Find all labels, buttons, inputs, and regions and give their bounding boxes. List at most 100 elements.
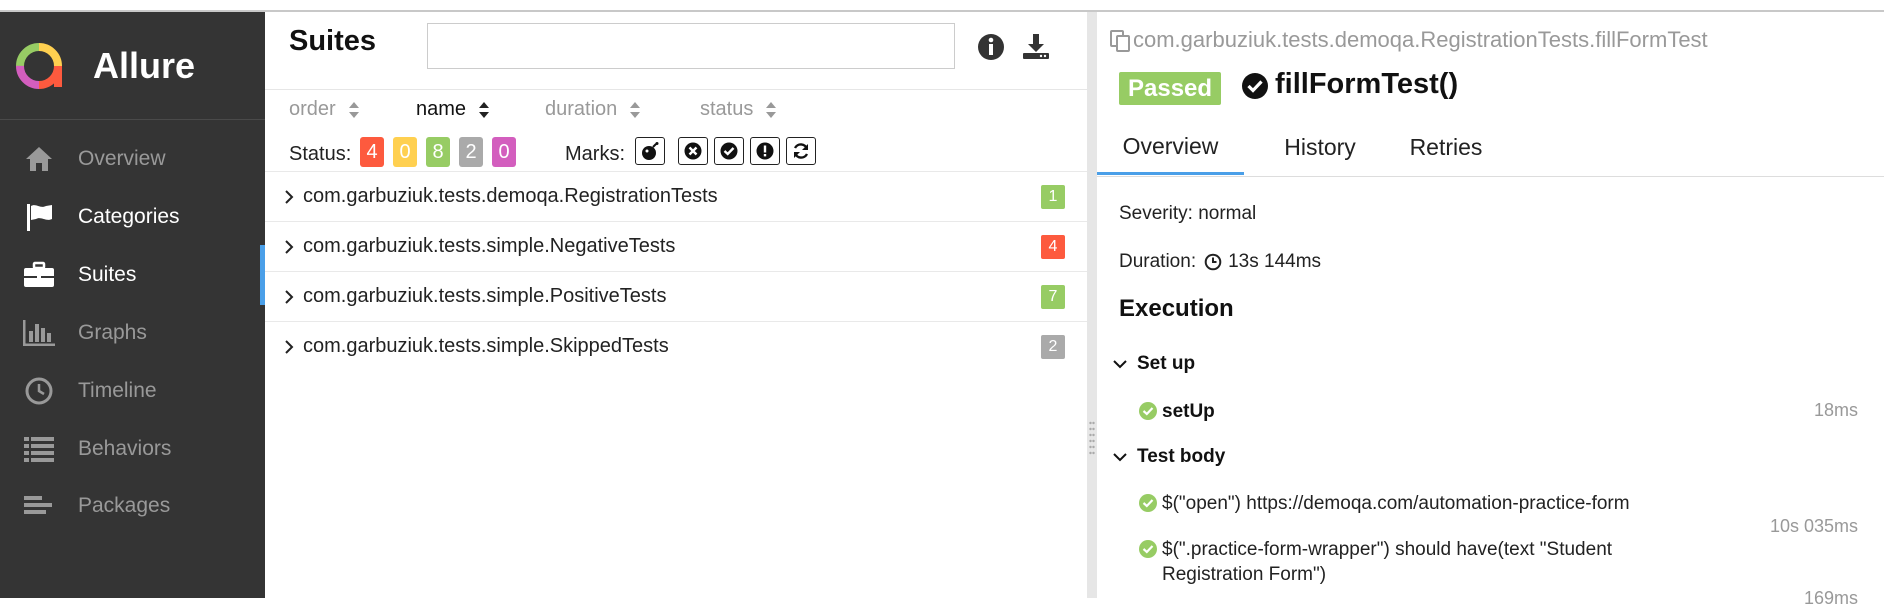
- step-row[interactable]: $(".practice-form-wrapper") should have(…: [1139, 537, 1739, 589]
- info-icon[interactable]: [976, 32, 1006, 62]
- tab-retries[interactable]: Retries: [1396, 120, 1496, 175]
- allure-logo: [16, 42, 62, 89]
- sidebar-item-label: Suites: [78, 263, 137, 286]
- sort-name[interactable]: name: [416, 98, 490, 121]
- status-filter-unknown[interactable]: 0: [492, 137, 516, 167]
- suite-name: com.garbuziuk.tests.demoqa.RegistrationT…: [303, 185, 718, 207]
- pane-splitter[interactable]: [1087, 12, 1097, 598]
- sort-label: order: [289, 98, 336, 120]
- status-filter-passed[interactable]: 8: [426, 137, 450, 167]
- sidebar-item-label: Categories: [78, 205, 180, 228]
- detail-tabs: Overview History Retries: [1097, 120, 1884, 177]
- execution-title: Execution: [1119, 295, 1234, 322]
- sidebar-item-graphs[interactable]: Graphs: [0, 303, 265, 363]
- mark-filter-new-passed[interactable]: [714, 137, 744, 165]
- count-badge: 2: [1041, 335, 1065, 359]
- sort-icon: [479, 101, 490, 118]
- sidebar-item-suites[interactable]: Suites: [0, 245, 265, 305]
- mark-filter-flaky[interactable]: [635, 137, 665, 165]
- sidebar-item-label: Behaviors: [78, 437, 172, 460]
- sort-label: status: [700, 98, 754, 120]
- step-duration: 18ms: [1813, 400, 1858, 420]
- sidebar-item-packages[interactable]: Packages: [0, 476, 265, 536]
- step-duration: 10s 035ms: [1769, 516, 1858, 536]
- chevron-right-icon: [285, 290, 294, 304]
- sort-order[interactable]: order: [289, 98, 360, 121]
- tree-row[interactable]: com.garbuziuk.tests.simple.NegativeTests…: [265, 221, 1087, 271]
- sort-status[interactable]: status: [700, 98, 777, 121]
- tab-overview[interactable]: Overview: [1097, 120, 1244, 175]
- search-input[interactable]: [427, 23, 955, 69]
- tree-row[interactable]: com.garbuziuk.tests.demoqa.RegistrationT…: [265, 171, 1087, 221]
- chevron-down-icon: [1113, 360, 1127, 369]
- check-circle-icon: [1139, 540, 1157, 558]
- sidebar-item-label: Packages: [78, 494, 171, 517]
- copy-icon[interactable]: [1108, 29, 1132, 53]
- sidebar-item-categories[interactable]: Categories: [0, 187, 265, 247]
- sidebar-item-timeline[interactable]: Timeline: [0, 361, 265, 421]
- step-name-cont: Registration Form"): [1162, 564, 1327, 585]
- step-name: $("open") https://demoqa.com/automation-…: [1162, 493, 1630, 514]
- body-label: Test body: [1137, 446, 1226, 467]
- splitter-grip-icon[interactable]: [1089, 420, 1095, 456]
- sidebar: Allure Overview Categories Suites Graphs…: [0, 12, 265, 598]
- chevron-right-icon: [285, 340, 294, 354]
- body-section-toggle[interactable]: Test body: [1113, 446, 1225, 468]
- mark-filter-new-failed[interactable]: [678, 137, 708, 165]
- page-title: Suites: [289, 25, 377, 57]
- status-label: Status:: [289, 143, 352, 165]
- brand[interactable]: Allure: [0, 12, 265, 120]
- packages-icon: [22, 489, 56, 523]
- chevron-down-icon: [1113, 453, 1127, 462]
- tab-history[interactable]: History: [1264, 120, 1376, 175]
- sort-bar: order name duration status: [265, 89, 1087, 124]
- check-circle-icon: [720, 142, 738, 160]
- refresh-icon: [793, 143, 809, 159]
- sort-label: name: [416, 98, 467, 120]
- clock-icon: [1204, 253, 1222, 271]
- status-filter-bar: Status: 4 0 8 2 0 Marks:: [265, 137, 1087, 171]
- download-icon[interactable]: [1021, 32, 1051, 62]
- home-icon: [22, 142, 56, 176]
- sort-icon: [348, 101, 359, 118]
- duration-value: 13s 144ms: [1228, 251, 1322, 272]
- suite-name: com.garbuziuk.tests.simple.NegativeTests: [303, 235, 676, 257]
- tree-row[interactable]: com.garbuziuk.tests.simple.PositiveTests…: [265, 271, 1087, 321]
- bomb-icon: [642, 142, 659, 160]
- duration: Duration: 13s 144ms: [1119, 251, 1321, 273]
- status-badge: Passed: [1119, 72, 1222, 105]
- sidebar-item-label: Graphs: [78, 321, 147, 344]
- test-name: fillFormTest(): [1275, 68, 1459, 100]
- severity: Severity: normal: [1119, 203, 1257, 224]
- status-filter-broken[interactable]: 0: [393, 137, 417, 167]
- step-row[interactable]: $("open") https://demoqa.com/automation-…: [1139, 491, 1739, 517]
- status-filter-failed[interactable]: 4: [360, 137, 384, 167]
- sort-duration[interactable]: duration: [545, 98, 641, 121]
- window-top-border: [0, 0, 1884, 12]
- status-filter-skipped[interactable]: 2: [459, 137, 483, 167]
- mark-filter-retries[interactable]: [786, 137, 816, 165]
- sort-icon: [766, 101, 777, 118]
- setup-section-toggle[interactable]: Set up: [1113, 353, 1195, 375]
- check-circle-icon: [1139, 494, 1157, 512]
- sidebar-item-label: Timeline: [78, 379, 157, 402]
- count-badge: 7: [1041, 285, 1065, 309]
- sidebar-item-label: Overview: [78, 147, 166, 170]
- bar-chart-icon: [22, 316, 56, 350]
- step-row[interactable]: setUp: [1139, 399, 1839, 425]
- sort-label: duration: [545, 98, 618, 120]
- exclamation-circle-icon: [756, 142, 774, 160]
- chevron-right-icon: [285, 240, 294, 254]
- list-icon: [22, 432, 56, 466]
- sidebar-item-behaviors[interactable]: Behaviors: [0, 419, 265, 479]
- marks-label: Marks:: [565, 143, 625, 165]
- step-name: setUp: [1162, 401, 1215, 422]
- flag-icon: [22, 200, 56, 234]
- step-name: $(".practice-form-wrapper") should have(…: [1162, 539, 1613, 560]
- tree-row[interactable]: com.garbuziuk.tests.simple.SkippedTests …: [265, 321, 1087, 371]
- mark-filter-new-broken[interactable]: [750, 137, 780, 165]
- sidebar-item-overview[interactable]: Overview: [0, 129, 265, 189]
- app-name: Allure: [93, 44, 196, 86]
- count-badge: 4: [1041, 235, 1065, 259]
- check-circle-icon: [1242, 73, 1268, 99]
